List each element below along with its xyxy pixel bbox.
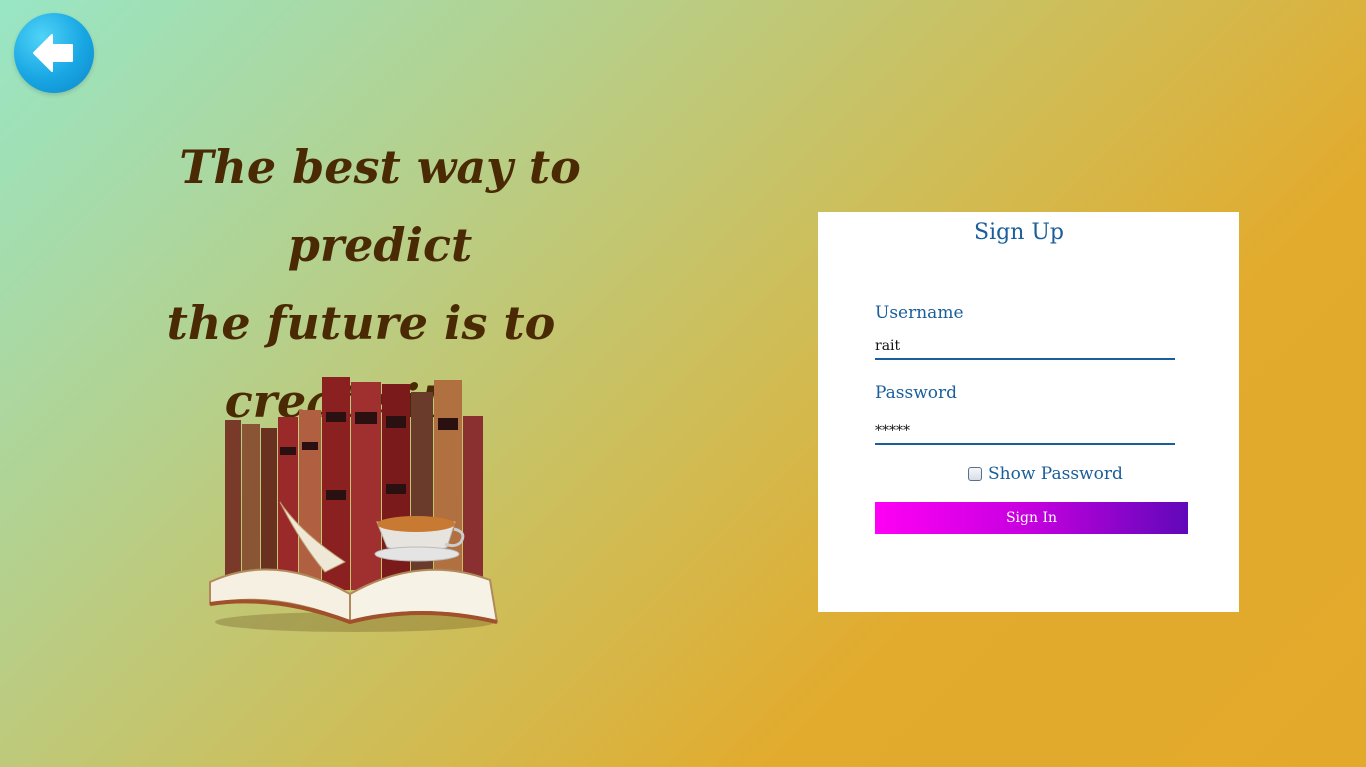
books-and-coffee-illustration [209, 377, 499, 632]
back-button[interactable] [14, 13, 94, 93]
password-label: Password [875, 383, 958, 403]
username-label: Username [875, 303, 964, 323]
username-input[interactable] [875, 334, 1175, 360]
show-password-label: Show Password [988, 464, 1123, 484]
arrow-left-icon [33, 34, 73, 72]
signup-title: Sign Up [974, 220, 1064, 245]
quote-line-1: The best way to predict [179, 140, 581, 272]
show-password-checkbox[interactable] [968, 467, 982, 481]
quote-line-2: the future is to [166, 296, 556, 350]
signup-card: Sign Up Username Password Show Password … [818, 212, 1239, 612]
show-password-toggle[interactable]: Show Password [968, 464, 1123, 484]
password-input[interactable] [875, 419, 1175, 445]
sign-in-button[interactable]: Sign In [875, 502, 1188, 534]
